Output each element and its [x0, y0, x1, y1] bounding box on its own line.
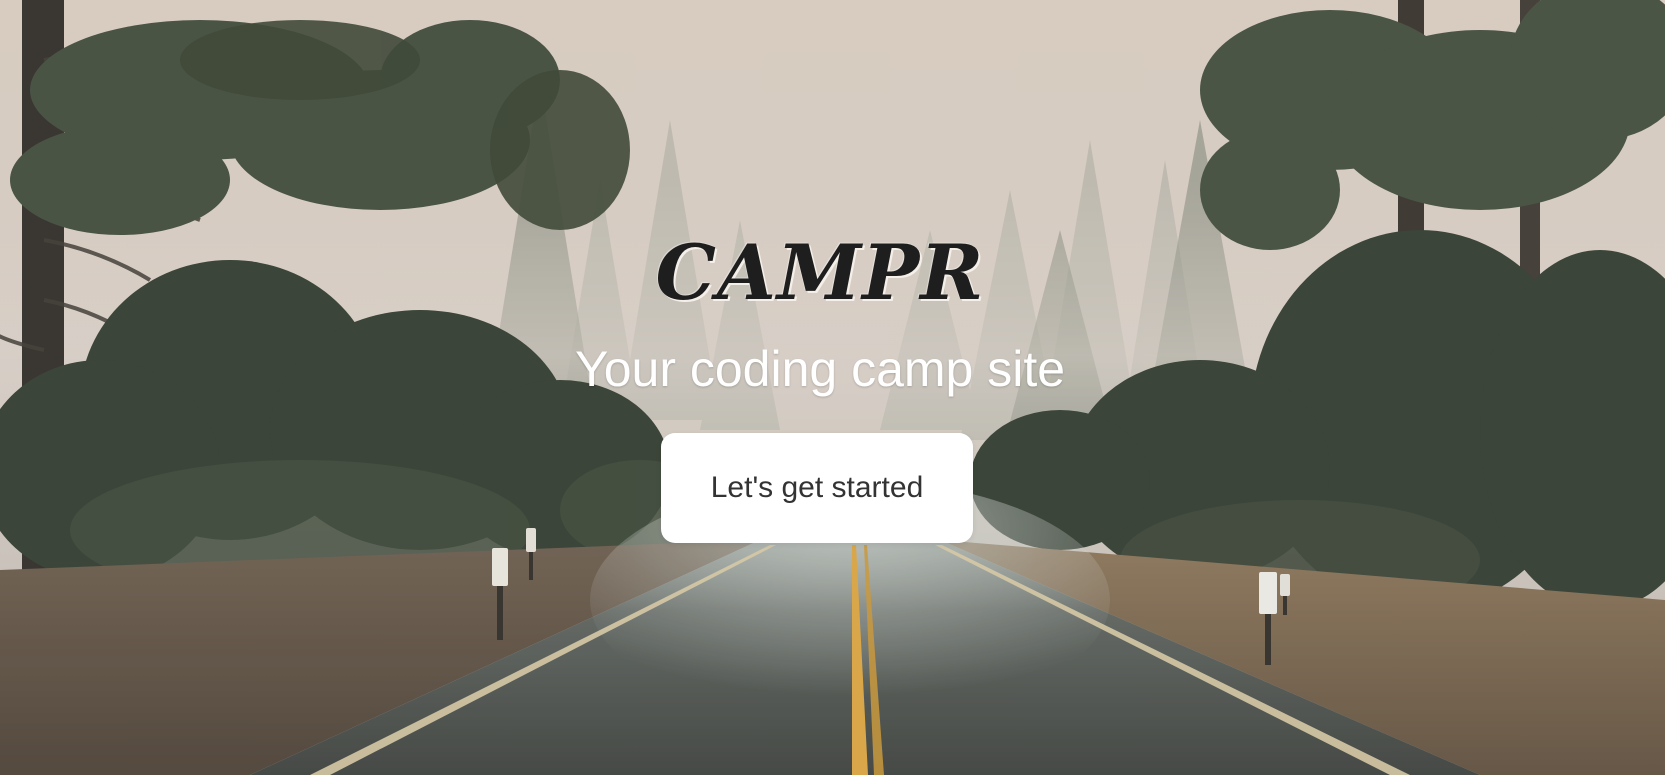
hero-content: CAMPR Your coding camp site Let's get st…: [0, 0, 1665, 775]
brand-title: CAMPR: [655, 228, 985, 317]
hero-tagline: Your coding camp site: [574, 341, 1066, 397]
hero-section: CAMPR Your coding camp site Let's get st…: [0, 0, 1665, 775]
get-started-button[interactable]: Let's get started: [661, 433, 973, 543]
